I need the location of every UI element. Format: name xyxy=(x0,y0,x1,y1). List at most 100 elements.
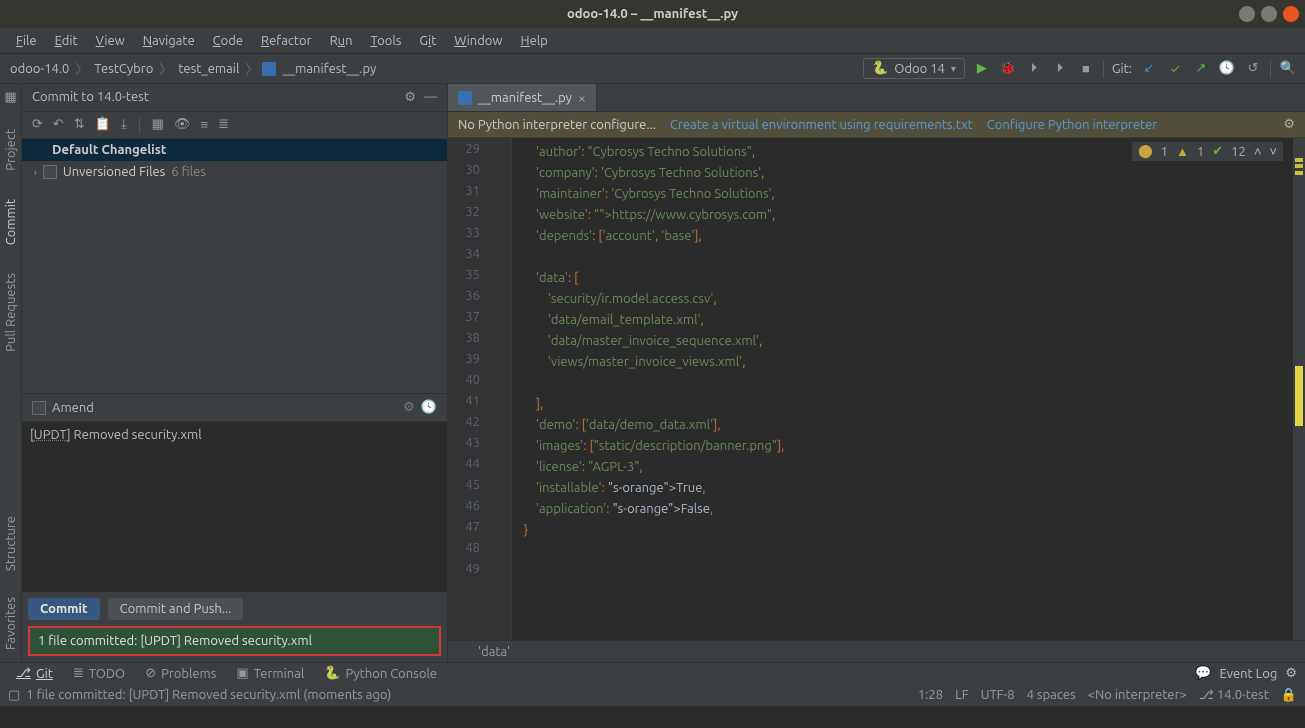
run-button[interactable]: ▶ xyxy=(973,60,991,78)
group-icon[interactable]: ▦ xyxy=(152,117,164,132)
menu-code[interactable]: Code xyxy=(205,32,251,50)
amend-checkbox[interactable] xyxy=(32,401,46,415)
unversioned-checkbox[interactable] xyxy=(43,165,57,179)
window-title: odoo-14.0 – __manifest__.py xyxy=(567,7,738,21)
navigation-bar: odoo-14.0〉 TestCybro〉 test_email〉 __mani… xyxy=(0,54,1305,84)
stop-button[interactable]: ■ xyxy=(1077,60,1095,78)
breadcrumb-file[interactable]: __manifest__.py xyxy=(280,62,378,76)
breadcrumb-item[interactable]: TestCybro xyxy=(92,62,155,76)
encoding[interactable]: UTF-8 xyxy=(981,688,1015,702)
commit-and-push-button[interactable]: Commit and Push... xyxy=(108,598,244,620)
lock-icon[interactable]: 🔒 xyxy=(1281,688,1297,703)
tooltab-todo[interactable]: ≣TODO xyxy=(65,664,133,683)
run-config-selector[interactable]: 🐍 Odoo 14 ▾ xyxy=(863,58,965,79)
git-update-button[interactable]: ↙ xyxy=(1140,60,1158,78)
editor-tabs: __manifest__.py × xyxy=(448,84,1305,112)
warning-count: 1 xyxy=(1161,145,1168,159)
diff-icon[interactable]: ⇅ xyxy=(74,117,85,132)
menu-help[interactable]: Help xyxy=(513,32,556,50)
title-bar: odoo-14.0 – __manifest__.py xyxy=(0,0,1305,28)
chevron-right-icon[interactable]: › xyxy=(34,167,37,178)
fold-gutter[interactable] xyxy=(490,138,512,640)
show-icon[interactable]: 👁 xyxy=(174,117,191,132)
changelist-icon[interactable]: 📋 xyxy=(95,117,111,132)
status-hide-icon[interactable]: ▢ xyxy=(8,688,20,703)
changes-tree[interactable]: Default Changelist › Unversioned Files 6… xyxy=(22,139,447,183)
tooltab-python-console[interactable]: 🐍Python Console xyxy=(316,664,445,683)
gear-icon[interactable]: ⚙ xyxy=(403,400,415,415)
menu-file[interactable]: File xyxy=(8,32,45,50)
close-icon[interactable] xyxy=(1283,6,1299,22)
run-config-name: Odoo 14 xyxy=(894,62,945,76)
tooltab-problems[interactable]: ⊘Problems xyxy=(137,664,224,683)
python-icon: 🐍 xyxy=(324,666,340,681)
gear-icon[interactable]: ⚙ xyxy=(1285,666,1297,681)
maximize-icon[interactable] xyxy=(1261,6,1277,22)
commit-success-notice: 1 file committed: [UPDT] Removed securit… xyxy=(28,626,441,656)
caret-position[interactable]: 1:28 xyxy=(918,688,943,702)
default-changelist-row[interactable]: Default Changelist xyxy=(22,139,447,161)
editor-breadcrumb[interactable]: 'data' xyxy=(448,640,1305,662)
stripe-pull-requests[interactable]: Pull Requests xyxy=(4,269,18,356)
event-log-tab[interactable]: Event Log xyxy=(1220,667,1278,681)
interpreter-status[interactable]: <No interpreter> xyxy=(1088,688,1187,702)
git-branch-status[interactable]: ⎇ 14.0-test xyxy=(1199,688,1269,703)
menu-git[interactable]: Git xyxy=(411,32,444,50)
event-log-icon: 💬 xyxy=(1195,666,1211,681)
configure-interpreter-link[interactable]: Configure Python interpreter xyxy=(987,118,1157,132)
stripe-structure[interactable]: Structure xyxy=(4,512,18,575)
python-file-icon xyxy=(262,62,276,76)
git-commit-button[interactable]: ✓ xyxy=(1166,60,1184,78)
menu-run[interactable]: Run xyxy=(322,32,361,50)
chevron-up-icon[interactable]: ˄ xyxy=(1254,144,1262,159)
expand-icon[interactable]: ≡ xyxy=(200,117,208,132)
menu-window[interactable]: Window xyxy=(446,32,510,50)
refresh-icon[interactable]: ⟳ xyxy=(32,117,43,132)
stripe-project[interactable]: Project xyxy=(4,125,18,175)
commit-button[interactable]: Commit xyxy=(28,598,100,620)
rollback-icon[interactable]: ↶ xyxy=(53,117,64,132)
inspection-widget[interactable]: ⬤1 ▲1 ✔12 ˄ ˅ xyxy=(1132,142,1283,161)
minimize-icon[interactable] xyxy=(1239,6,1255,22)
project-tool-icon[interactable]: ▦ xyxy=(4,90,16,105)
breadcrumb-node[interactable]: 'data' xyxy=(478,645,510,659)
menu-tools[interactable]: Tools xyxy=(363,32,410,50)
collapse-icon[interactable]: ≣ xyxy=(218,117,229,132)
code-editor[interactable]: 'author': "Cybrosys Techno Solutions", '… xyxy=(512,138,1305,640)
gear-icon[interactable]: ⚙ xyxy=(1283,117,1295,132)
menu-navigate[interactable]: Navigate xyxy=(135,32,203,50)
unversioned-row[interactable]: › Unversioned Files 6 files xyxy=(22,161,447,183)
close-tab-icon[interactable]: × xyxy=(578,90,586,106)
tooltab-terminal[interactable]: ▣Terminal xyxy=(228,664,312,683)
menu-view[interactable]: View xyxy=(88,32,133,50)
history-icon[interactable]: 🕓 xyxy=(421,400,437,415)
menu-refactor[interactable]: Refactor xyxy=(253,32,320,50)
stripe-favorites[interactable]: Favorites xyxy=(4,593,18,654)
python-icon: 🐍 xyxy=(872,61,888,76)
search-everywhere-button[interactable]: 🔍 xyxy=(1279,60,1297,78)
gear-icon[interactable]: ⚙ xyxy=(404,90,416,105)
breadcrumb-item[interactable]: odoo-14.0 xyxy=(8,62,71,76)
minimize-panel-icon[interactable]: — xyxy=(424,90,437,105)
shelve-icon[interactable]: ⤓ xyxy=(121,117,127,132)
menu-edit[interactable]: Edit xyxy=(47,32,86,50)
git-rollback-button[interactable]: ↺ xyxy=(1244,60,1262,78)
left-tool-stripe: ▦ Project Commit Pull Requests Structure… xyxy=(0,84,22,662)
line-gutter[interactable]: 2930313233343536373839404142434445464748… xyxy=(448,138,490,640)
tooltab-git[interactable]: ⎇Git xyxy=(8,664,61,683)
chevron-down-icon[interactable]: ˅ xyxy=(1269,144,1277,159)
commit-message-input[interactable]: [UPDT] Removed security.xml xyxy=(22,422,447,592)
run-coverage-button[interactable]: ⏵ xyxy=(1025,60,1043,78)
line-ending[interactable]: LF xyxy=(955,688,968,702)
error-count: 1 xyxy=(1197,145,1204,159)
debug-button[interactable]: 🐞 xyxy=(999,60,1017,78)
git-push-button[interactable]: ↗ xyxy=(1192,60,1210,78)
error-stripe[interactable] xyxy=(1293,138,1305,640)
breadcrumb-item[interactable]: test_email xyxy=(176,62,241,76)
create-venv-link[interactable]: Create a virtual environment using requi… xyxy=(670,118,973,132)
editor-tab[interactable]: __manifest__.py × xyxy=(448,84,597,111)
indent[interactable]: 4 spaces xyxy=(1027,688,1076,702)
stripe-commit[interactable]: Commit xyxy=(4,195,18,249)
git-history-button[interactable]: 🕓 xyxy=(1218,60,1236,78)
profile-button[interactable]: ⏵ xyxy=(1051,60,1069,78)
